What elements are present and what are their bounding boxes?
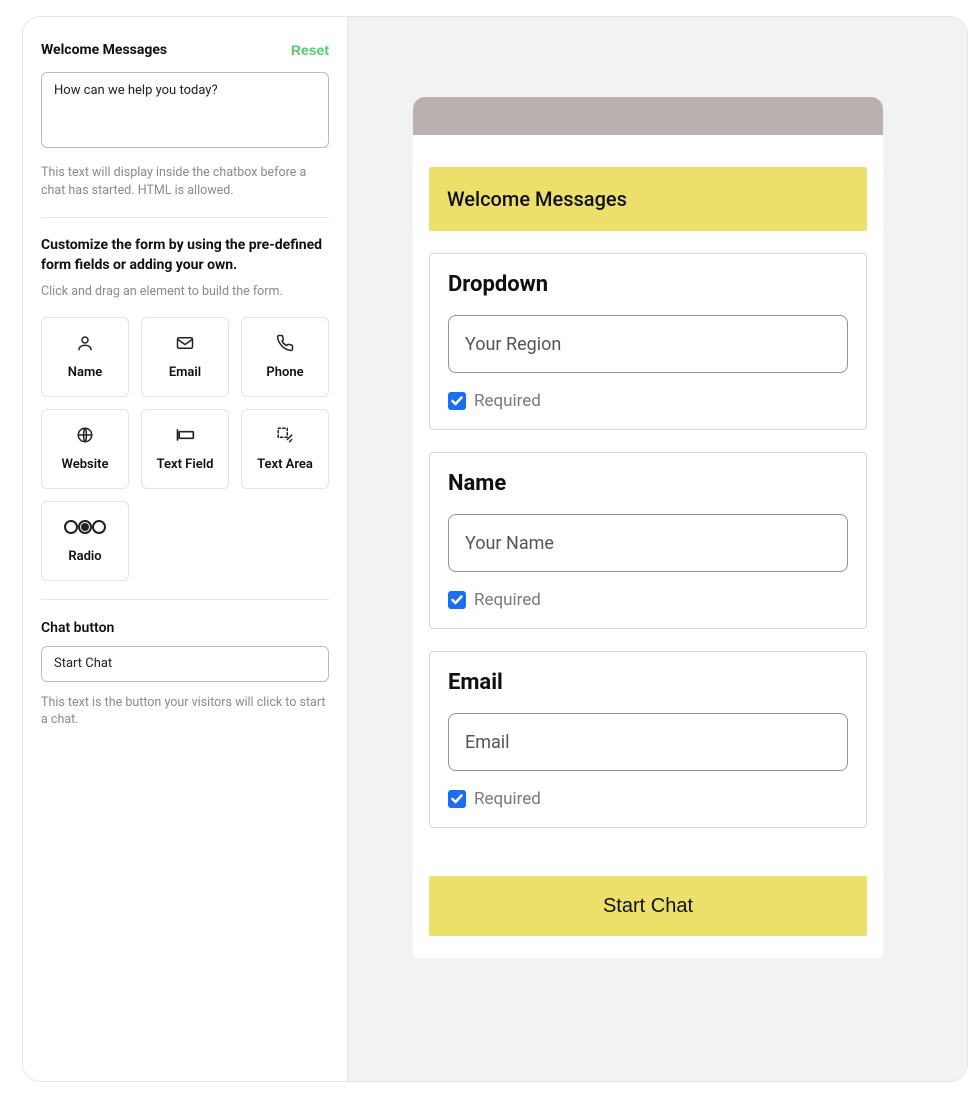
palette-item-textarea[interactable]: Text Area	[241, 409, 329, 489]
email-input[interactable]: Email	[448, 713, 848, 771]
textfield-icon	[175, 425, 195, 445]
palette-label: Website	[62, 457, 109, 472]
reset-button[interactable]: Reset	[291, 42, 329, 58]
welcome-message-textarea[interactable]	[41, 72, 329, 148]
form-field-email[interactable]: Email Email Required	[429, 651, 867, 828]
settings-sidebar: Welcome Messages Reset This text will di…	[23, 17, 348, 1081]
customize-help-text: Click and drag an element to build the f…	[41, 283, 329, 301]
palette-item-name[interactable]: Name	[41, 317, 129, 397]
welcome-section-header: Welcome Messages Reset	[41, 42, 329, 58]
divider	[41, 217, 329, 218]
app-shell: Welcome Messages Reset This text will di…	[22, 16, 968, 1082]
welcome-banner: Welcome Messages	[429, 167, 867, 231]
name-input[interactable]: Your Name	[448, 514, 848, 572]
required-label: Required	[474, 391, 541, 411]
person-icon	[75, 333, 95, 353]
palette-item-email[interactable]: Email	[141, 317, 229, 397]
welcome-help-text: This text will display inside the chatbo…	[41, 164, 329, 199]
palette-label: Email	[169, 365, 201, 380]
chat-body: Welcome Messages Dropdown Your Region Re…	[413, 135, 883, 958]
chat-button-heading: Chat button	[41, 620, 329, 636]
palette-item-textfield[interactable]: Text Field	[141, 409, 229, 489]
chat-button-help: This text is the button your visitors wi…	[41, 694, 329, 729]
mail-icon	[175, 333, 195, 353]
field-palette: Name Email Phone Website	[41, 317, 329, 581]
preview-pane: Welcome Messages Dropdown Your Region Re…	[348, 17, 967, 1081]
chat-header-strip	[413, 97, 883, 135]
palette-item-website[interactable]: Website	[41, 409, 129, 489]
palette-item-phone[interactable]: Phone	[241, 317, 329, 397]
required-row: Required	[448, 789, 848, 809]
required-label: Required	[474, 590, 541, 610]
customize-heading: Customize the form by using the pre-defi…	[41, 236, 329, 275]
palette-label: Name	[68, 365, 102, 380]
chat-widget-preview: Welcome Messages Dropdown Your Region Re…	[413, 97, 883, 958]
start-chat-button[interactable]: Start Chat	[429, 876, 867, 936]
palette-label: Text Area	[257, 457, 313, 472]
divider	[41, 599, 329, 600]
dropdown-input[interactable]: Your Region	[448, 315, 848, 373]
required-checkbox[interactable]	[448, 392, 466, 410]
form-field-dropdown[interactable]: Dropdown Your Region Required	[429, 253, 867, 430]
textarea-icon	[275, 425, 295, 445]
required-checkbox[interactable]	[448, 790, 466, 808]
phone-icon	[275, 333, 295, 353]
chat-button-input[interactable]	[41, 646, 329, 682]
required-row: Required	[448, 391, 848, 411]
globe-icon	[75, 425, 95, 445]
radio-icon	[63, 517, 107, 537]
field-title: Name	[448, 471, 848, 496]
required-row: Required	[448, 590, 848, 610]
field-title: Email	[448, 670, 848, 695]
form-field-name[interactable]: Name Your Name Required	[429, 452, 867, 629]
palette-item-radio[interactable]: Radio	[41, 501, 129, 581]
palette-label: Radio	[68, 549, 101, 564]
palette-label: Phone	[266, 365, 303, 380]
required-label: Required	[474, 789, 541, 809]
field-title: Dropdown	[448, 272, 848, 297]
required-checkbox[interactable]	[448, 591, 466, 609]
palette-label: Text Field	[157, 457, 214, 472]
welcome-heading: Welcome Messages	[41, 42, 167, 58]
